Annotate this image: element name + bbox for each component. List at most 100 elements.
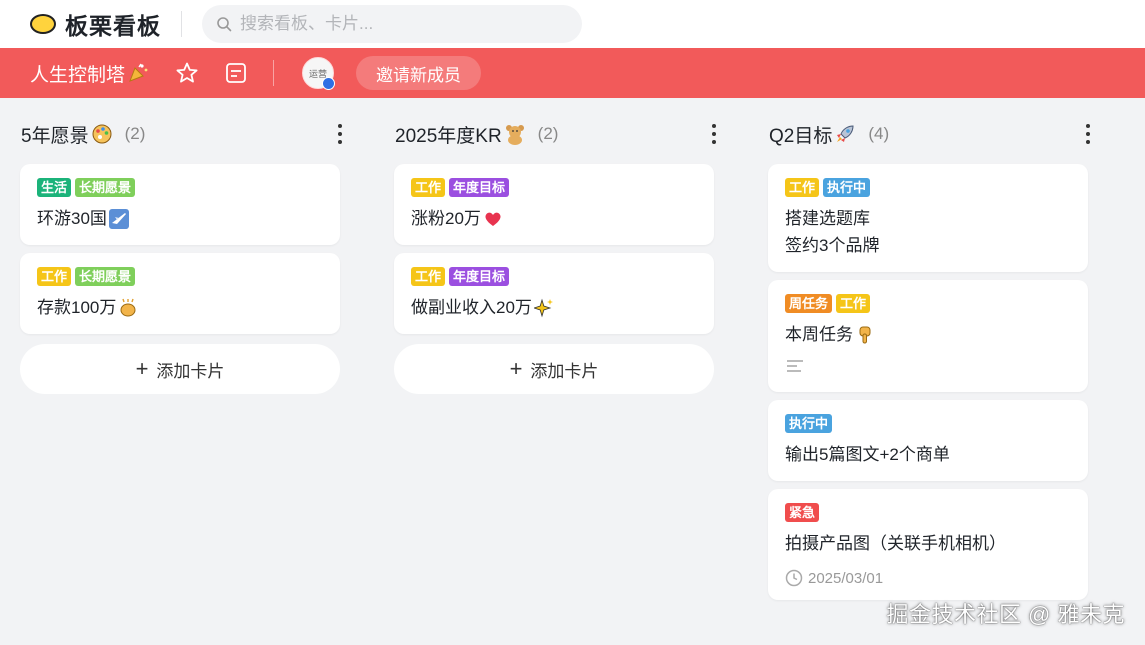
card-title: 本周任务 (785, 321, 1071, 348)
card-title-line: 签约3个品牌 (785, 236, 880, 255)
tag: 长期愿景 (75, 267, 136, 286)
party-popper-icon (129, 63, 148, 82)
list-column: 2025年度KR (2) 工作 年度目标 涨粉20万 工作 年度目标 做副业收入… (394, 112, 716, 394)
watermark: 掘金技术社区 @ 雅未克 (886, 602, 1125, 627)
board-title[interactable]: 人生控制塔 (30, 60, 149, 87)
list-column: Q2目标 (4) 工作 执行中 搭建选题库 签约3个品牌 周任务 工作 本周任务 (768, 112, 1090, 600)
card-title: 环游30国 (37, 205, 323, 232)
due-date-text: 2025/03/01 (808, 569, 884, 587)
more-vertical-icon[interactable] (710, 124, 718, 144)
airplane-icon (108, 208, 129, 229)
card-title: 涨粉20万 (411, 205, 697, 232)
column-title[interactable]: Q2目标 (769, 121, 856, 148)
tag: 工作 (411, 178, 446, 197)
card[interactable]: 工作 长期愿景 存款100万 (20, 253, 340, 334)
column-count: (2) (124, 124, 146, 143)
more-vertical-icon[interactable] (1084, 124, 1092, 144)
board-info-button[interactable] (225, 62, 247, 84)
list-column: 5年愿景 (2) 生活 长期愿景 环游30国 工作 长期愿景 存款100万 + … (20, 112, 342, 394)
star-icon (176, 62, 198, 83)
rocket-icon (837, 125, 854, 142)
star-button[interactable] (175, 61, 199, 85)
card[interactable]: 工作 年度目标 涨粉20万 (394, 164, 714, 245)
app-logo[interactable]: 板栗看板 (30, 7, 161, 41)
add-card-button[interactable]: + 添加卡片 (20, 344, 340, 394)
plus-icon: + (509, 356, 523, 381)
tag-list: 工作 执行中 (785, 178, 1071, 197)
card[interactable]: 周任务 工作 本周任务 (768, 280, 1088, 392)
tag: 工作 (411, 267, 446, 286)
column-title[interactable]: 2025年度KR (395, 121, 526, 148)
search-icon (217, 17, 232, 32)
add-card-button[interactable]: + 添加卡片 (394, 344, 714, 394)
document-icon (226, 63, 246, 83)
tag: 年度目标 (449, 178, 510, 197)
card[interactable]: 工作 执行中 搭建选题库 签约3个品牌 (768, 164, 1088, 272)
plus-icon: + (135, 356, 149, 381)
card-title-text: 涨粉20万 (411, 209, 481, 228)
card-title: 输出5篇图文+2个商单 (785, 445, 950, 464)
user-badge-icon (322, 77, 336, 90)
column-title[interactable]: 5年愿景 (21, 121, 113, 148)
column-title-text: Q2目标 (769, 125, 833, 147)
search-box[interactable] (202, 5, 582, 43)
card-title-text: 存款100万 (37, 298, 117, 317)
sparkles-icon (533, 298, 553, 317)
member-avatar[interactable]: 运营 (302, 57, 336, 90)
pointing-down-hand-icon (859, 326, 871, 343)
divider (181, 11, 182, 37)
column-title-text: 2025年度KR (395, 125, 502, 147)
card-title-text: 环游30国 (37, 209, 107, 228)
tag: 工作 (836, 294, 871, 313)
card-title-text: 本周任务 (785, 325, 853, 344)
card[interactable]: 生活 长期愿景 环游30国 (20, 164, 340, 245)
card-title-text: 做副业收入20万 (411, 298, 532, 317)
tag: 生活 (37, 178, 72, 197)
add-card-label: 添加卡片 (156, 361, 225, 381)
search-input[interactable] (240, 14, 560, 34)
board-name: 人生控制塔 (30, 64, 126, 86)
logo-icon (30, 14, 56, 34)
card-title: 做副业收入20万 (411, 294, 697, 321)
card-title: 拍摄产品图（关联手机相机） (785, 534, 1006, 553)
card[interactable]: 紧急 拍摄产品图（关联手机相机） 2025/03/01 (768, 489, 1088, 600)
clock-icon (785, 569, 803, 587)
due-date: 2025/03/01 (785, 569, 1071, 587)
tag: 长期愿景 (75, 178, 136, 197)
column-header: Q2目标 (4) (768, 112, 1090, 156)
card-title: 存款100万 (37, 294, 323, 321)
clapping-hands-icon (120, 298, 136, 316)
column-header: 5年愿景 (2) (20, 112, 342, 156)
column-header: 2025年度KR (2) (394, 112, 716, 156)
app-name: 板栗看板 (65, 13, 161, 39)
column-count: (4) (868, 124, 890, 143)
card-title: 搭建选题库 (785, 209, 870, 228)
column-count: (2) (537, 124, 559, 143)
tag-list: 工作 长期愿景 (37, 267, 323, 286)
heart-icon (485, 212, 501, 226)
card[interactable]: 工作 年度目标 做副业收入20万 (394, 253, 714, 334)
tag-list: 紧急 (785, 503, 1071, 522)
board-bar: 人生控制塔 运营 邀请新成员 (0, 48, 1145, 98)
more-vertical-icon[interactable] (336, 124, 344, 144)
column-title-text: 5年愿景 (21, 125, 89, 147)
palette-icon (92, 124, 112, 144)
tag-list: 工作 年度目标 (411, 178, 697, 197)
tag: 年度目标 (449, 267, 510, 286)
tag: 工作 (785, 178, 820, 197)
divider (273, 60, 275, 86)
tag-list: 执行中 (785, 414, 1071, 433)
tag: 执行中 (785, 414, 833, 433)
invite-member-button[interactable]: 邀请新成员 (356, 56, 482, 90)
teddy-bear-icon (505, 125, 524, 145)
tag-list: 周任务 工作 (785, 294, 1071, 313)
card[interactable]: 执行中 输出5篇图文+2个商单 (768, 400, 1088, 481)
add-card-label: 添加卡片 (530, 361, 599, 381)
tag-list: 工作 年度目标 (411, 267, 697, 286)
tag: 执行中 (823, 178, 871, 197)
tag: 紧急 (785, 503, 820, 522)
top-bar: 板栗看板 (0, 0, 1145, 48)
tag: 周任务 (785, 294, 833, 313)
tag: 工作 (37, 267, 72, 286)
tag-list: 生活 长期愿景 (37, 178, 323, 197)
